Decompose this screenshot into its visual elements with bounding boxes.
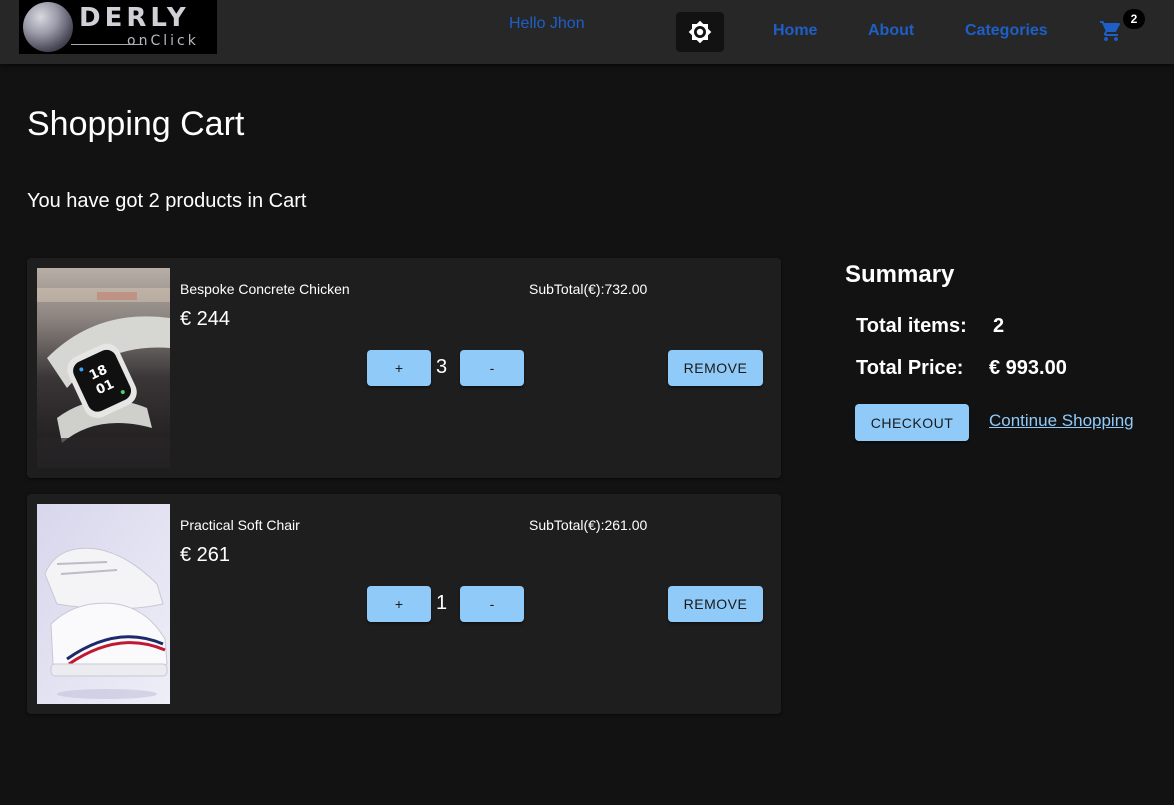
cart-badge: 2 xyxy=(1123,9,1145,29)
cart-item-card: 18 01 Bespoke Concrete Chicken € 244 Sub… xyxy=(27,258,781,478)
app-header: DERLY onClick Hello Jhon Home About Cate… xyxy=(0,0,1174,64)
remove-item-button[interactable]: REMOVE xyxy=(668,350,763,386)
product-subtotal: SubTotal(€):732.00 xyxy=(529,281,648,297)
smartwatch-photo: 18 01 xyxy=(37,268,170,468)
product-name[interactable]: Practical Soft Chair xyxy=(180,517,300,533)
total-items-value: 2 xyxy=(993,315,1005,337)
total-items-label: Total items: xyxy=(856,315,967,337)
decrease-quantity-button[interactable]: - xyxy=(460,350,524,386)
logo[interactable]: DERLY onClick xyxy=(19,0,217,54)
quantity-value: 1 xyxy=(436,592,448,614)
product-price: € 244 xyxy=(180,308,231,330)
total-price-value: € 993.00 xyxy=(989,357,1067,379)
page-title: Shopping Cart xyxy=(27,105,245,143)
logo-orb xyxy=(23,2,73,52)
remove-item-button[interactable]: REMOVE xyxy=(668,586,763,622)
total-price-label: Total Price: xyxy=(856,357,964,379)
product-image xyxy=(37,504,170,704)
cart-item-card: Practical Soft Chair € 261 SubTotal(€):2… xyxy=(27,494,781,714)
shopping-cart-icon[interactable] xyxy=(1099,19,1123,43)
nav-about-link[interactable]: About xyxy=(868,22,914,40)
product-image: 18 01 xyxy=(37,268,170,468)
continue-shopping-link[interactable]: Continue Shopping xyxy=(989,411,1134,431)
product-name[interactable]: Bespoke Concrete Chicken xyxy=(180,281,350,297)
nav-home-link[interactable]: Home xyxy=(773,22,817,40)
logo-word: DERLY xyxy=(79,3,190,33)
logo-sub: onClick xyxy=(127,33,199,49)
theme-toggle-button[interactable] xyxy=(676,12,724,52)
nav-categories-link[interactable]: Categories xyxy=(965,22,1048,40)
user-greeting: Hello Jhon xyxy=(509,15,585,32)
product-subtotal: SubTotal(€):261.00 xyxy=(529,517,648,533)
brightness-icon xyxy=(688,20,712,44)
increase-quantity-button[interactable]: + xyxy=(367,350,431,386)
increase-quantity-button[interactable]: + xyxy=(367,586,431,622)
decrease-quantity-button[interactable]: - xyxy=(460,586,524,622)
cart-count-text: You have got 2 products in Cart xyxy=(27,190,307,212)
checkout-button[interactable]: CHECKOUT xyxy=(855,404,969,441)
quantity-value: 3 xyxy=(436,356,448,378)
sneakers-photo xyxy=(37,504,170,704)
product-price: € 261 xyxy=(180,544,231,566)
summary-title: Summary xyxy=(845,261,955,288)
